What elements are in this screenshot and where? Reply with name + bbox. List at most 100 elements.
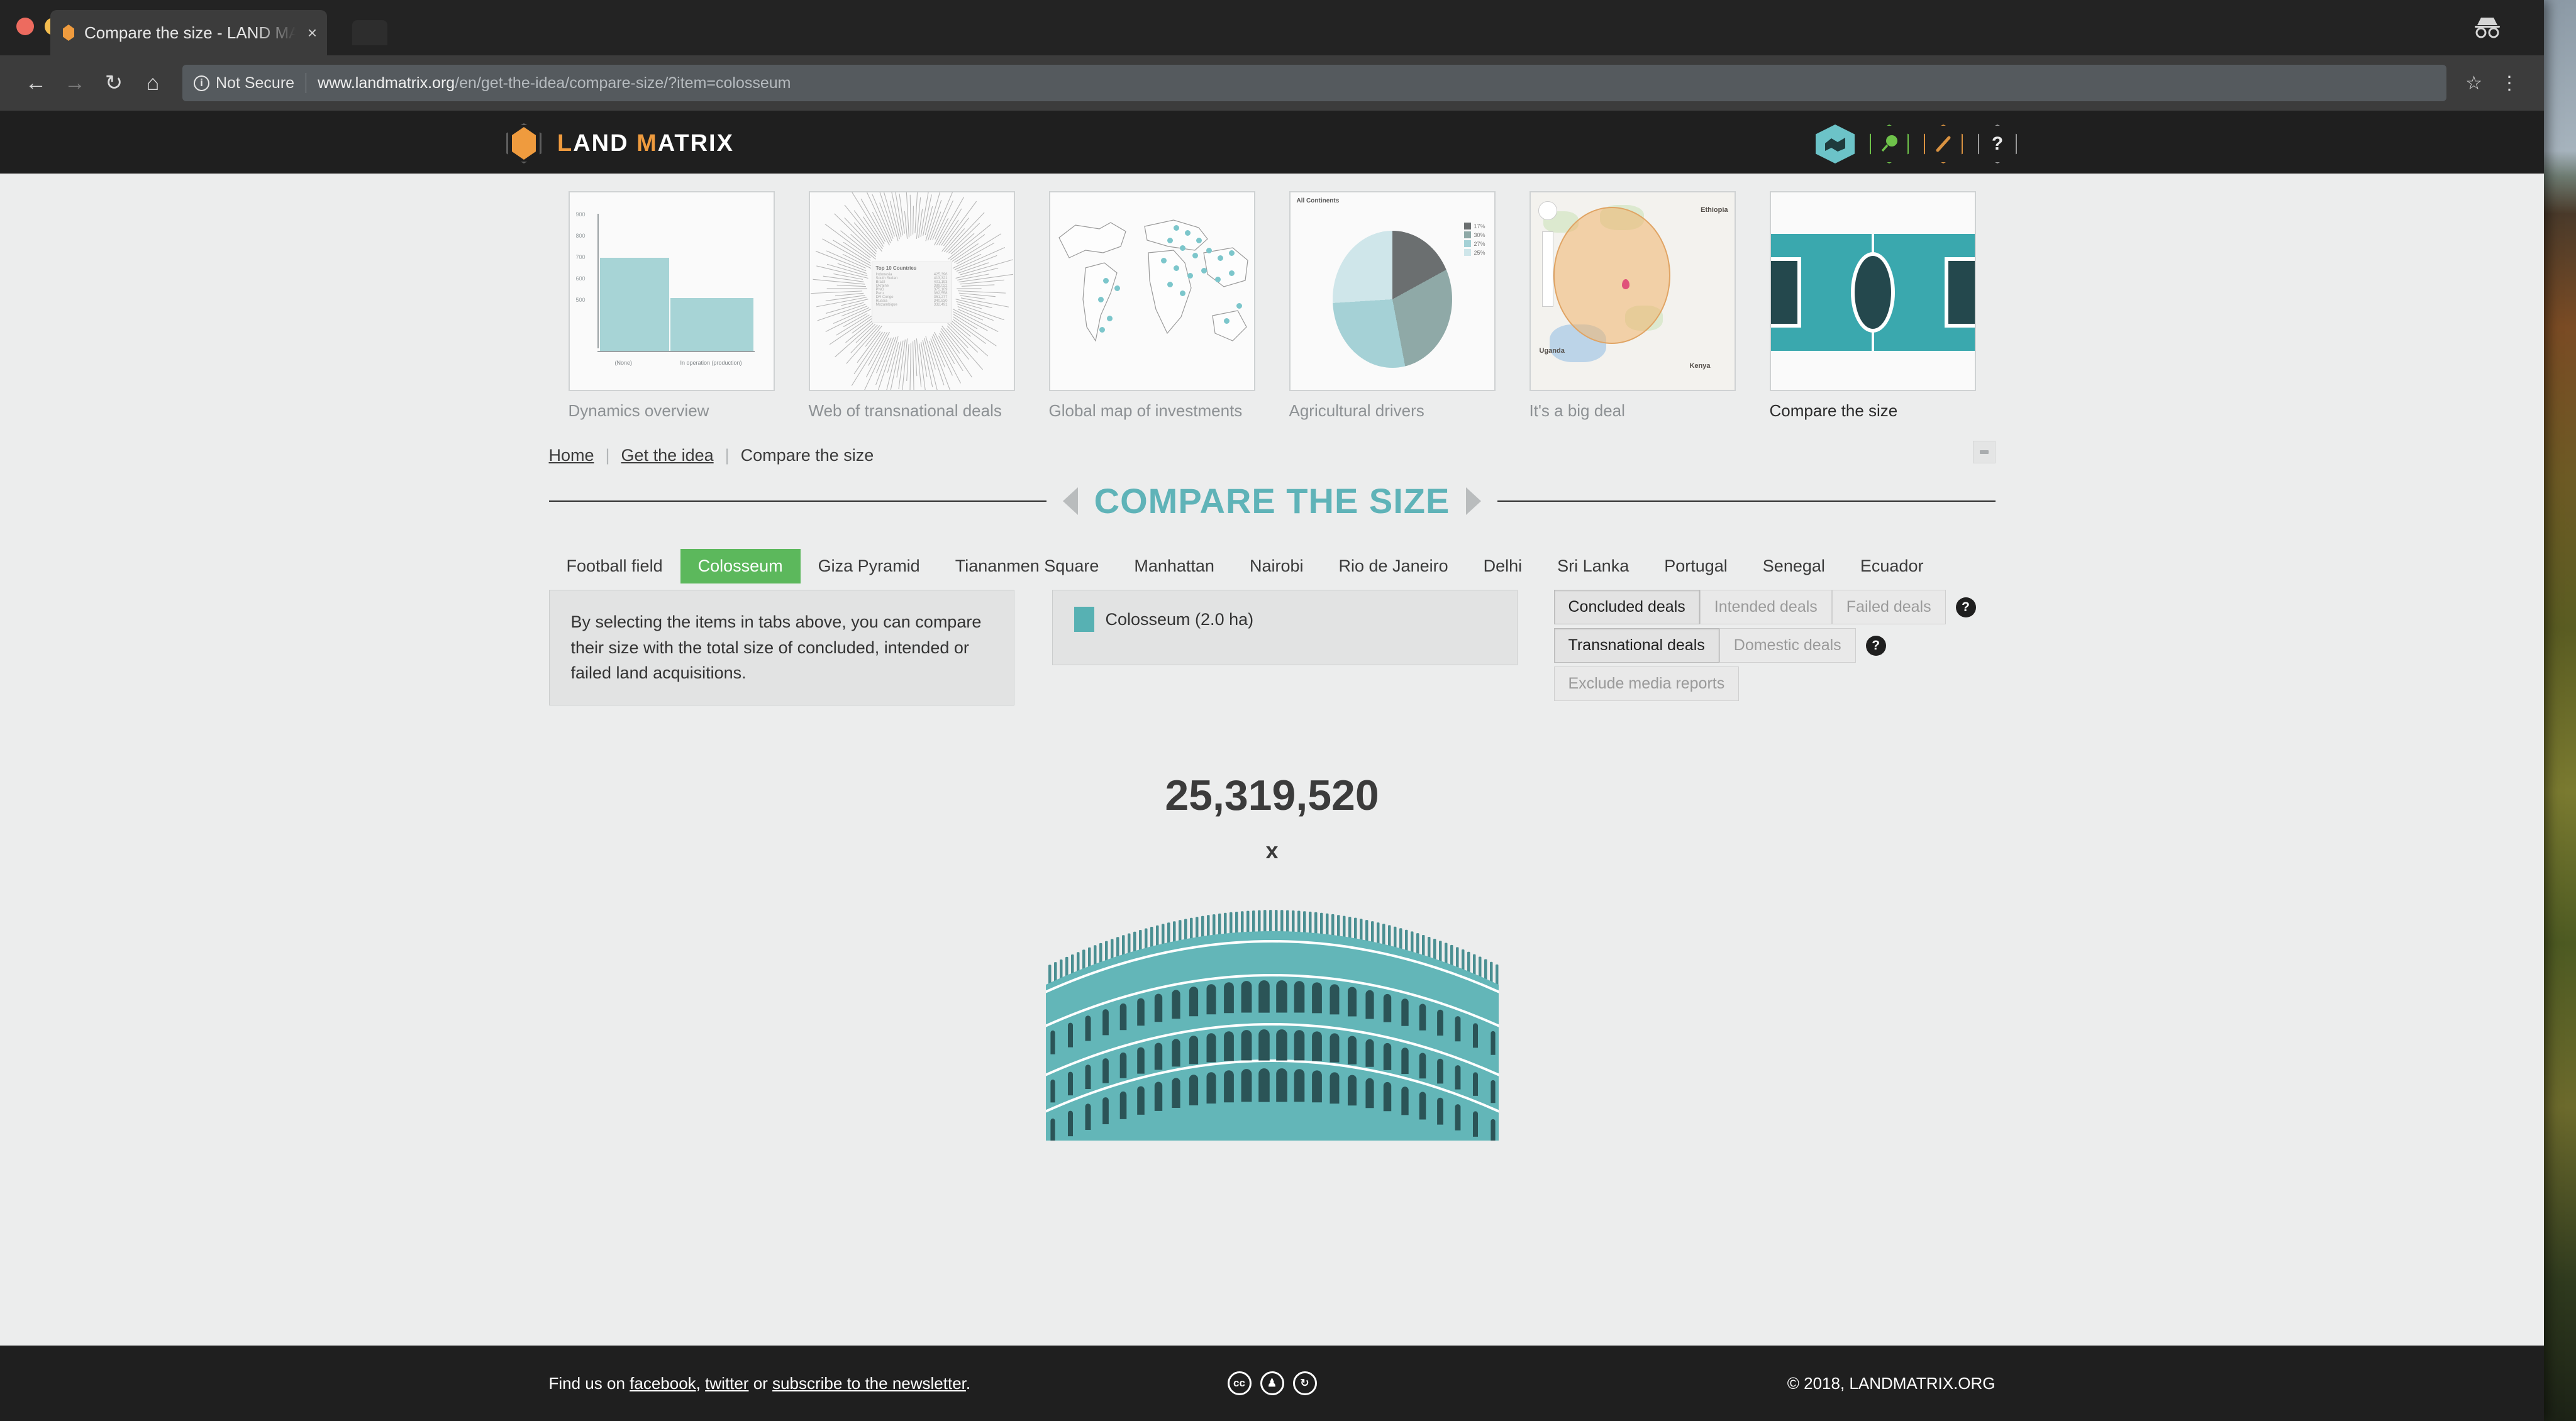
pie-title: All Continents (1296, 197, 1340, 204)
get-the-idea-icon[interactable] (1816, 124, 1855, 163)
geo-label-kenya: Kenya (1689, 362, 1711, 370)
help-icon-status[interactable]: ? (1955, 597, 1976, 617)
newsletter-link[interactable]: subscribe to the newsletter (772, 1374, 966, 1393)
thumbnail-agricultural-drivers[interactable]: All Continents 17% 30% 27% 25% Agricultu… (1289, 191, 1496, 421)
cc-sa-icon[interactable]: ↻ (1292, 1371, 1317, 1395)
browser-tab[interactable]: Compare the size - LAND MAT × (50, 10, 327, 55)
thumbnail-compare-the-size[interactable]: Compare the size (1769, 191, 1976, 421)
geo-label-ethiopia: Ethiopia (1701, 206, 1728, 214)
address-bar[interactable]: i Not Secure www.landmatrix.org /en/get-… (182, 65, 2447, 101)
thumbnail-label: It's a big deal (1529, 401, 1625, 420)
cc-by-icon[interactable]: ♟ (1260, 1371, 1284, 1395)
next-visualization-icon[interactable] (1466, 487, 1482, 515)
security-label: Not Secure (216, 74, 295, 92)
info-icon: i (194, 75, 209, 91)
multiplier-value: 25,319,520 (1165, 771, 1379, 819)
filter-domestic-deals[interactable]: Domestic deals (1719, 628, 1856, 663)
copyright: © 2018, LANDMATRIX.ORG (1787, 1373, 1996, 1393)
legend-box: Colosseum (2.0 ha) (1052, 590, 1518, 665)
tab-rio-de-janeiro[interactable]: Rio de Janeiro (1321, 549, 1466, 583)
tab-sri-lanka[interactable]: Sri Lanka (1540, 549, 1646, 583)
social-links: Find us on facebook, twitter or subscrib… (549, 1374, 971, 1393)
thumbnail-image: 900 800 700 600 500 (None) In operation … (568, 191, 775, 391)
tab-colosseum[interactable]: Colosseum (680, 549, 801, 583)
screen: Compare the size - LAND MAT × ← → ↻ ⌂ i … (0, 0, 2576, 1421)
breadcrumb-current: Compare the size (740, 446, 874, 465)
zoom-slider[interactable] (1541, 231, 1553, 307)
pie-legend-value-1: 30% (1474, 231, 1485, 238)
creative-commons-icons[interactable]: cc ♟ ↻ (1227, 1371, 1317, 1395)
thumbnail-label: Agricultural drivers (1289, 401, 1424, 420)
breadcrumb-get-the-idea[interactable]: Get the idea (621, 446, 714, 465)
close-window-button[interactable] (16, 18, 34, 35)
thumbnail-label: Web of transnational deals (808, 401, 1002, 420)
tab-portugal[interactable]: Portugal (1646, 549, 1745, 583)
tab-delhi[interactable]: Delhi (1466, 549, 1540, 583)
reload-icon[interactable]: ↻ (94, 64, 133, 102)
thumbnail-its-a-big-deal[interactable]: Ethiopia Uganda Kenya It's a big deal (1529, 191, 1736, 421)
new-tab-button[interactable] (352, 20, 387, 45)
filter-intended-deals[interactable]: Intended deals (1699, 590, 1832, 624)
security-indicator[interactable]: i Not Secure (194, 74, 294, 92)
top-countries-card: Top 10 Countries Indonesia 425,396 South … (871, 262, 952, 323)
pie-legend-value-3: 25% (1474, 249, 1485, 256)
legend-swatch-icon (1074, 607, 1094, 632)
close-icon[interactable]: × (308, 23, 317, 43)
forward-icon[interactable]: → (55, 64, 94, 102)
logo-atrix: ATRIX (657, 130, 734, 157)
logo-and: AND (573, 130, 637, 157)
browser-menu-icon[interactable]: ⋮ (2491, 72, 2528, 94)
site-logo[interactable]: LAND MATRIX (502, 122, 734, 165)
help-icon-scope[interactable]: ? (1865, 635, 1886, 656)
thumbnail-image: Ethiopia Uganda Kenya (1529, 191, 1736, 391)
tab-ecuador[interactable]: Ecuador (1843, 549, 1941, 583)
filter-concluded-deals[interactable]: Concluded deals (1553, 590, 1700, 624)
breadcrumb-home[interactable]: Home (549, 446, 594, 465)
home-icon[interactable]: ⌂ (133, 64, 172, 102)
previous-visualization-icon[interactable] (1062, 487, 1078, 515)
thumbnail-dynamics-overview[interactable]: 900 800 700 600 500 (None) In operation … (568, 191, 775, 421)
logo-m: M (636, 130, 658, 157)
back-icon[interactable]: ← (16, 64, 55, 102)
visualization-thumbnails: 900 800 700 600 500 (None) In operation … (0, 174, 2544, 421)
search-icon[interactable] (1870, 124, 1909, 163)
filter-failed-deals[interactable]: Failed deals (1831, 590, 1946, 624)
pan-control[interactable] (1538, 201, 1557, 220)
tab-senegal[interactable]: Senegal (1745, 549, 1843, 583)
bookmark-star-icon[interactable]: ☆ (2457, 72, 2491, 94)
pie-legend-value-0: 17% (1474, 223, 1485, 229)
filter-exclude-media-reports[interactable]: Exclude media reports (1553, 666, 1740, 701)
favicon-icon (60, 23, 77, 42)
pie-legend-value-2: 27% (1474, 240, 1485, 247)
twitter-link[interactable]: twitter (705, 1374, 748, 1393)
thumbnail-global-map-of-investments[interactable]: Global map of investments (1048, 191, 1255, 421)
thumbnail-label: Global map of investments (1048, 401, 1243, 420)
browser-titlebar: Compare the size - LAND MAT × (0, 0, 2544, 55)
cc-icon[interactable]: cc (1227, 1371, 1252, 1395)
colosseum-illustration (1038, 889, 1506, 1144)
collapse-toggle-button[interactable] (1972, 441, 1996, 463)
facebook-link[interactable]: facebook (630, 1374, 696, 1393)
tab-football-field[interactable]: Football field (549, 549, 680, 583)
radius-circle (1553, 206, 1671, 344)
filter-transnational-deals[interactable]: Transnational deals (1553, 628, 1719, 663)
colosseum-graphic (1038, 909, 1506, 1144)
tab-tiananmen-square[interactable]: Tiananmen Square (938, 549, 1117, 583)
bar-label-in-operation: In operation (production) (680, 360, 742, 366)
description-box: By selecting the items in tabs above, yo… (548, 590, 1014, 705)
tab-giza-pyramid[interactable]: Giza Pyramid (801, 549, 938, 583)
help-icon[interactable]: ? (1978, 124, 2017, 163)
filter-row-status: Concluded deals Intended deals Failed de… (1553, 590, 1976, 624)
edit-pencil-icon[interactable] (1924, 124, 1963, 163)
thumbnail-image: All Continents 17% 30% 27% 25% (1289, 191, 1496, 391)
site-footer: Find us on facebook, twitter or subscrib… (0, 1346, 2544, 1421)
page-title-row: COMPARE THE SIZE (548, 480, 1996, 521)
times-symbol: x (1265, 837, 1279, 863)
tab-nairobi[interactable]: Nairobi (1232, 549, 1321, 583)
page-content: LAND MATRIX ? 900 800 700 600 500 (None)… (0, 111, 2544, 1421)
tab-manhattan[interactable]: Manhattan (1116, 549, 1232, 583)
thumbnail-label: Compare the size (1769, 401, 1898, 420)
breadcrumb-separator: | (605, 446, 610, 465)
bar-label-none: (None) (614, 360, 633, 366)
thumbnail-web-of-transnational-deals[interactable]: Top 10 Countries Indonesia 425,396 South … (808, 191, 1015, 421)
